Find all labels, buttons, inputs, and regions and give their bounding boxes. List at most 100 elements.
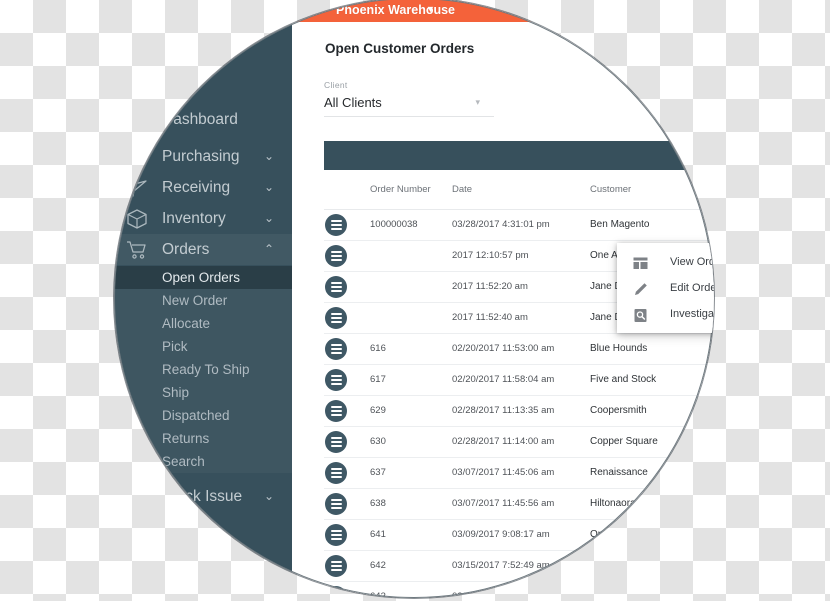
sidebar-subitem-allocate[interactable]: Allocate [114, 312, 292, 335]
chevron-down-icon[interactable]: ⌄ [264, 141, 274, 172]
sidebar-item-receiving[interactable]: Receiving ⌄ [114, 172, 292, 203]
sidebar-subitem-label: Ready To Ship [162, 362, 250, 377]
row-menu-icon[interactable] [325, 555, 347, 577]
sidebar-item-stock-issue[interactable]: Stock Issue ⌄ [114, 481, 292, 512]
application-window: Inventory Dashboard Purchasing ⌄ [114, 0, 714, 598]
row-menu-icon[interactable] [325, 431, 347, 453]
context-menu-item-view-order[interactable]: View Order [617, 249, 714, 275]
client-filter-value[interactable]: All Clients [324, 95, 494, 110]
row-menu-icon[interactable] [325, 586, 347, 598]
row-context-menu: View Order Edit Order Investigate Order [617, 243, 714, 333]
sidebar-subitem-pick[interactable]: Pick [114, 335, 292, 358]
dashboard-grid-icon [633, 255, 648, 270]
sidebar-subitem-ready-to-ship[interactable]: Ready To Ship [114, 358, 292, 381]
sidebar-subitem-label: Search [162, 454, 205, 469]
sidebar-item-label: Stock Issue [162, 488, 243, 505]
sidebar-subitem-label: Pick [162, 339, 188, 354]
table-toolbar-band [324, 141, 714, 170]
sidebar-item-inventory[interactable]: Inventory ⌄ [114, 203, 292, 234]
cell-customer: Hiltonaora [590, 498, 636, 509]
sidebar-subitem-label: Open Orders [162, 270, 241, 285]
context-menu-item-label: Investigate Order [670, 308, 714, 320]
chevron-down-icon[interactable]: ⌄ [264, 203, 274, 234]
row-menu-icon[interactable] [325, 307, 347, 329]
cell-date: 03/15/2017 [452, 591, 500, 598]
sidebar-item-label: Receiving [162, 179, 231, 196]
cell-customer: Coopersmith [590, 405, 647, 416]
cell-date: 03/28/2017 4:31:01 pm [452, 219, 550, 230]
context-menu-item-investigate-order[interactable]: Investigate Order [617, 301, 714, 327]
table-row[interactable]: 616 02/20/2017 11:53:00 am Blue Hounds [324, 334, 714, 365]
sidebar-subitem-label: Allocate [162, 316, 211, 331]
cell-order-number: 643 [370, 591, 386, 598]
chevron-down-icon[interactable]: ⌄ [264, 545, 274, 576]
sidebar-subitem-search[interactable]: Search [114, 450, 292, 473]
warehouse-selector-label[interactable]: Phoenix Warehouse [336, 3, 455, 17]
sidebar: Inventory Dashboard Purchasing ⌄ [114, 0, 292, 598]
sidebar-item-purchasing[interactable]: Purchasing ⌄ [114, 141, 292, 172]
sidebar-subitem-ship[interactable]: Ship [114, 381, 292, 404]
context-menu-item-label: Edit Order [670, 282, 714, 294]
table-row[interactable]: 641 03/09/2017 9:08:17 am One [324, 520, 714, 551]
main-content: Phoenix Warehouse ▼ Open Customer Orders… [292, 0, 714, 598]
chevron-down-icon[interactable]: ⌄ [264, 481, 274, 512]
row-menu-icon[interactable] [325, 369, 347, 391]
cell-date: 03/09/2017 9:08:17 am [452, 529, 550, 540]
row-menu-icon[interactable] [325, 214, 347, 236]
sidebar-subitem-label: New Order [162, 293, 228, 308]
table-row[interactable]: 630 02/28/2017 11:14:00 am Copper Square [324, 427, 714, 458]
row-menu-icon[interactable] [325, 276, 347, 298]
cell-order-number: 616 [370, 343, 386, 354]
chevron-down-icon[interactable]: ⌄ [264, 172, 274, 203]
sidebar-item-label: Orders [162, 241, 210, 258]
sidebar-item-dashboard[interactable]: Dashboard [114, 104, 292, 135]
sidebar-subitem-new-order[interactable]: New Order [114, 289, 292, 312]
cell-date: 03/07/2017 11:45:06 am [452, 467, 555, 478]
cell-date: 03/15/2017 7:52:49 am [452, 560, 550, 571]
client-filter[interactable]: Client All Clients ▾ [324, 80, 494, 117]
table-row[interactable]: 617 02/20/2017 11:58:04 am Five and Stoc… [324, 365, 714, 396]
column-header-order-number[interactable]: Order Number [370, 184, 431, 195]
sidebar-item-more[interactable]: ⌄ [114, 545, 292, 576]
cell-order-number: 617 [370, 374, 386, 385]
chevron-down-icon[interactable]: ▼ [426, 4, 435, 14]
cart-plus-icon [126, 146, 148, 168]
document-search-icon [633, 307, 648, 322]
row-menu-icon[interactable] [325, 245, 347, 267]
dashboard-icon [126, 109, 148, 131]
chevron-up-icon[interactable]: ⌃ [264, 234, 274, 265]
table-row[interactable]: 637 03/07/2017 11:45:06 am Renaissance [324, 458, 714, 489]
table-row[interactable]: 638 03/07/2017 11:45:56 am Hiltonaora [324, 489, 714, 520]
sidebar-subitem-returns[interactable]: Returns [114, 427, 292, 450]
sidebar-item-orders[interactable]: Orders ⌃ [114, 234, 292, 265]
cell-order-number: 100000038 [370, 219, 418, 230]
chevron-down-icon[interactable]: ▾ [475, 97, 480, 108]
context-menu-item-edit-order[interactable]: Edit Order [617, 275, 714, 301]
cell-date: 02/28/2017 11:14:00 am [452, 436, 555, 447]
sidebar-subitem-label: Ship [162, 385, 190, 400]
context-menu-item-label: View Order [670, 256, 714, 268]
box-icon [126, 208, 148, 230]
cell-date: 02/28/2017 11:13:35 am [452, 405, 555, 416]
row-menu-icon[interactable] [325, 462, 347, 484]
cell-order-number: 629 [370, 405, 386, 416]
table-row[interactable]: 629 02/28/2017 11:13:35 am Coopersmith [324, 396, 714, 427]
cell-date: 02/20/2017 11:53:00 am [452, 343, 555, 354]
table-row[interactable]: 642 03/15/2017 7:52:49 am [324, 551, 714, 582]
cell-date: 02/20/2017 11:58:04 am [452, 374, 555, 385]
row-menu-icon[interactable] [325, 338, 347, 360]
row-menu-icon[interactable] [325, 400, 347, 422]
column-header-customer[interactable]: Customer [590, 184, 631, 195]
row-menu-icon[interactable] [325, 524, 347, 546]
table-row[interactable]: 643 03/15/2017 [324, 582, 714, 598]
sidebar-subitem-dispatched[interactable]: Dispatched [114, 404, 292, 427]
table-row[interactable]: 100000038 03/28/2017 4:31:01 pm Ben Mage… [324, 210, 714, 241]
cell-customer: Five and Stock [590, 374, 657, 385]
row-menu-icon[interactable] [325, 493, 347, 515]
cell-date: 2017 12:10:57 pm [452, 250, 529, 261]
table-header-row: Order Number Date Customer [324, 170, 714, 210]
column-header-date[interactable]: Date [452, 184, 472, 195]
sidebar-brand: Inventory [114, 78, 116, 100]
paper-plane-icon [126, 177, 148, 199]
sidebar-subitem-open-orders[interactable]: Open Orders [114, 266, 292, 289]
